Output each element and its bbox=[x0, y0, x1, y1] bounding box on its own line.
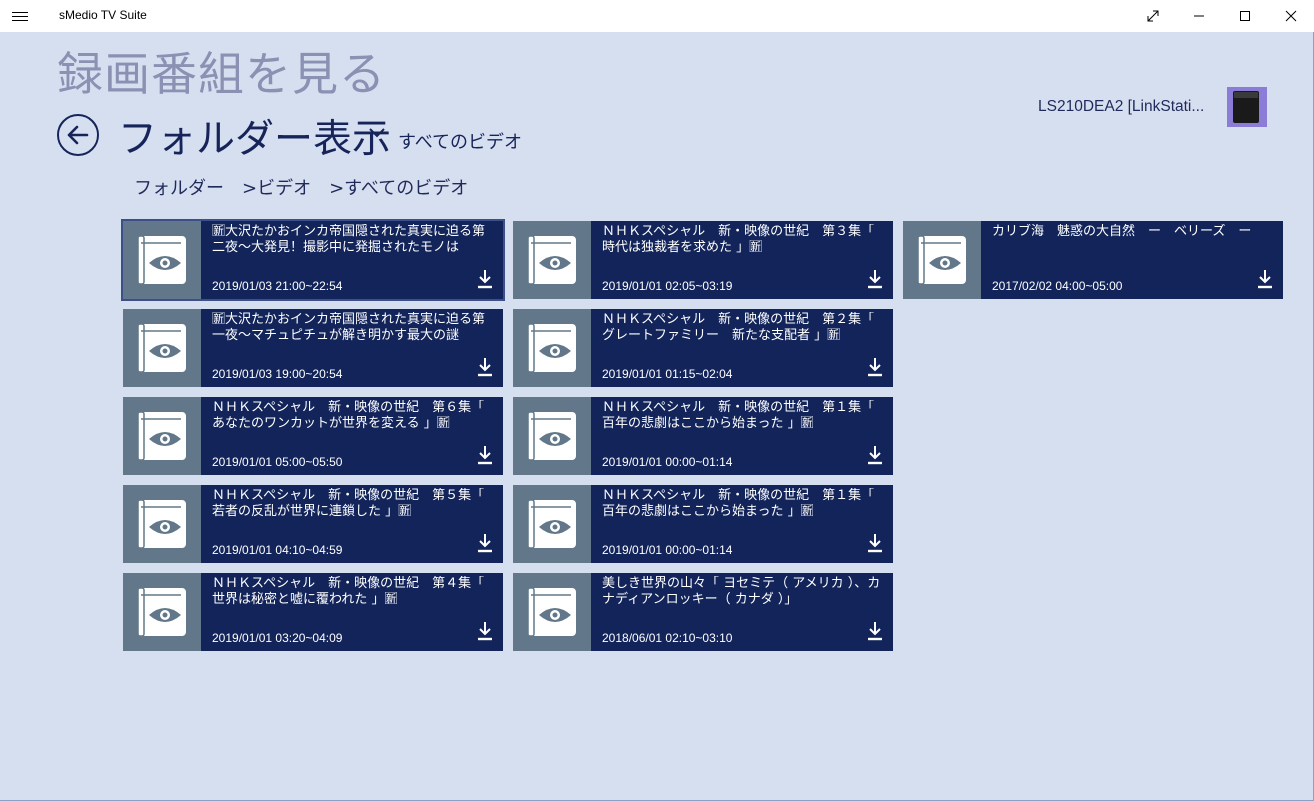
recording-tile[interactable]: カリブ海 魅惑の大自然 ー ベリーズ ー 2017/02/02 04:00~05:… bbox=[903, 221, 1283, 299]
recording-time: 2019/01/01 00:00~01:14 bbox=[602, 543, 733, 557]
maximize-button[interactable] bbox=[1222, 0, 1268, 32]
recording-time: 2019/01/01 00:00~01:14 bbox=[602, 455, 733, 469]
video-book-eye-icon bbox=[137, 235, 186, 285]
download-icon[interactable] bbox=[477, 269, 493, 289]
close-button[interactable] bbox=[1268, 0, 1314, 32]
back-arrow-icon bbox=[67, 125, 89, 145]
chevron-down-icon[interactable] bbox=[368, 126, 386, 138]
video-book-eye-icon bbox=[527, 587, 576, 637]
recording-thumbnail bbox=[513, 221, 591, 299]
page-title: 録画番組を見る bbox=[57, 47, 386, 101]
recording-thumbnail bbox=[123, 573, 201, 651]
video-book-eye-icon bbox=[917, 235, 966, 285]
recording-thumbnail bbox=[513, 397, 591, 475]
recording-tile[interactable]: 🈟大沢たかおインカ帝国隠された真実に迫る第一夜～マチュピチュが解き明かす最大の謎… bbox=[123, 309, 503, 387]
recording-time: 2019/01/03 21:00~22:54 bbox=[212, 279, 343, 293]
breadcrumb: フォルダー >ビデオ >すべてのビデオ bbox=[134, 174, 486, 200]
recording-time: 2019/01/03 19:00~20:54 bbox=[212, 367, 343, 381]
fullscreen-button[interactable] bbox=[1130, 0, 1176, 32]
recording-thumbnail bbox=[513, 309, 591, 387]
download-icon[interactable] bbox=[477, 445, 493, 465]
download-icon[interactable] bbox=[867, 357, 883, 377]
recording-thumbnail bbox=[123, 309, 201, 387]
video-book-eye-icon bbox=[137, 499, 186, 549]
video-book-eye-icon bbox=[137, 587, 186, 637]
download-icon[interactable] bbox=[867, 445, 883, 465]
recording-title: ＮＨＫスペシャル 新・映像の世紀 第５集「 若者の反乱が世界に連鎖した 」🈟 bbox=[212, 488, 489, 519]
video-book-eye-icon bbox=[137, 323, 186, 373]
recording-time: 2018/06/01 02:10~03:10 bbox=[602, 631, 733, 645]
app-title: sMedio TV Suite bbox=[59, 8, 147, 22]
recording-time: 2019/01/01 05:00~05:50 bbox=[212, 455, 343, 469]
title-bar: sMedio TV Suite bbox=[0, 0, 1314, 32]
video-book-eye-icon bbox=[527, 323, 576, 373]
breadcrumb-all-videos[interactable]: >すべてのビデオ bbox=[329, 174, 468, 200]
download-icon[interactable] bbox=[477, 533, 493, 553]
download-icon[interactable] bbox=[867, 533, 883, 553]
recording-tile[interactable]: ＮＨＫスペシャル 新・映像の世紀 第５集「 若者の反乱が世界に連鎖した 」🈟 20… bbox=[123, 485, 503, 563]
recording-thumbnail bbox=[513, 573, 591, 651]
recording-tile[interactable]: ＮＨＫスペシャル 新・映像の世紀 第２集「 グレートファミリー 新たな支配者 」… bbox=[513, 309, 893, 387]
recording-tile[interactable]: ＮＨＫスペシャル 新・映像の世紀 第４集「 世界は秘密と嘘に覆われた 」🈟 201… bbox=[123, 573, 503, 651]
recording-time: 2019/01/01 03:20~04:09 bbox=[212, 631, 343, 645]
back-button[interactable] bbox=[57, 114, 99, 156]
video-book-eye-icon bbox=[137, 411, 186, 461]
recording-tile[interactable]: ＮＨＫスペシャル 新・映像の世紀 第３集「 時代は独裁者を求めた 」🈟 2019/… bbox=[513, 221, 893, 299]
minimize-icon bbox=[1194, 15, 1204, 17]
recording-thumbnail bbox=[903, 221, 981, 299]
hamburger-menu-icon[interactable] bbox=[12, 9, 28, 23]
recording-title: ＮＨＫスペシャル 新・映像の世紀 第１集「 百年の悲劇はここから始まった 」🈟 bbox=[602, 488, 879, 519]
folder-filter-label[interactable]: すべてのビデオ bbox=[398, 128, 522, 154]
recording-tile[interactable]: ＮＨＫスペシャル 新・映像の世紀 第１集「 百年の悲劇はここから始まった 」🈟 2… bbox=[513, 397, 893, 475]
folder-view-title[interactable]: フォルダー表示 bbox=[118, 108, 391, 164]
recording-title: ＮＨＫスペシャル 新・映像の世紀 第３集「 時代は独裁者を求めた 」🈟 bbox=[602, 224, 879, 255]
recording-tile[interactable]: 美しき世界の山々「 ヨセミテ（ アメリカ ）、カナディアンロッキー（ カナダ ）… bbox=[513, 573, 893, 651]
recording-title: 🈟大沢たかおインカ帝国隠された真実に迫る第二夜～大発見！撮影中に発掘されたモノは bbox=[212, 224, 486, 255]
recording-time: 2019/01/01 01:15~02:04 bbox=[602, 367, 733, 381]
recording-title: ＮＨＫスペシャル 新・映像の世紀 第２集「 グレートファミリー 新たな支配者 」… bbox=[602, 312, 879, 343]
device-name[interactable]: LS210DEA2 [LinkStati... bbox=[1038, 98, 1204, 116]
recording-thumbnail bbox=[513, 485, 591, 563]
recording-time: 2017/02/02 04:00~05:00 bbox=[992, 279, 1123, 293]
recording-time: 2019/01/01 02:05~03:19 bbox=[602, 279, 733, 293]
download-icon[interactable] bbox=[1257, 269, 1273, 289]
recording-thumbnail bbox=[123, 485, 201, 563]
recording-thumbnail bbox=[123, 221, 201, 299]
download-icon[interactable] bbox=[477, 621, 493, 641]
video-book-eye-icon bbox=[527, 499, 576, 549]
download-icon[interactable] bbox=[867, 621, 883, 641]
expand-diagonal-icon bbox=[1147, 10, 1159, 22]
minimize-button[interactable] bbox=[1176, 0, 1222, 32]
recording-thumbnail bbox=[123, 397, 201, 475]
close-icon bbox=[1285, 10, 1297, 22]
breadcrumb-video[interactable]: >ビデオ bbox=[242, 174, 311, 200]
recording-title: ＮＨＫスペシャル 新・映像の世紀 第１集「 百年の悲劇はここから始まった 」🈟 bbox=[602, 400, 879, 431]
recording-title: 美しき世界の山々「 ヨセミテ（ アメリカ ）、カナディアンロッキー（ カナダ ）… bbox=[602, 576, 881, 607]
recording-title: カリブ海 魅惑の大自然 ー ベリーズ ー bbox=[992, 224, 1252, 239]
nas-device-icon[interactable] bbox=[1227, 87, 1267, 127]
recording-tile[interactable]: ＮＨＫスペシャル 新・映像の世紀 第１集「 百年の悲劇はここから始まった 」🈟 2… bbox=[513, 485, 893, 563]
recording-tile[interactable]: 🈟大沢たかおインカ帝国隠された真実に迫る第二夜～大発見！撮影中に発掘されたモノは… bbox=[121, 219, 505, 301]
download-icon[interactable] bbox=[477, 357, 493, 377]
recording-title: ＮＨＫスペシャル 新・映像の世紀 第６集「 あなたのワンカットが世界を変える 」… bbox=[212, 400, 489, 431]
video-book-eye-icon bbox=[527, 235, 576, 285]
video-book-eye-icon bbox=[527, 411, 576, 461]
recording-time: 2019/01/01 04:10~04:59 bbox=[212, 543, 343, 557]
maximize-icon bbox=[1240, 11, 1250, 21]
download-icon[interactable] bbox=[867, 269, 883, 289]
breadcrumb-folder[interactable]: フォルダー bbox=[134, 174, 224, 200]
recording-title: ＮＨＫスペシャル 新・映像の世紀 第４集「 世界は秘密と嘘に覆われた 」🈟 bbox=[212, 576, 489, 607]
recording-title: 🈟大沢たかおインカ帝国隠された真実に迫る第一夜～マチュピチュが解き明かす最大の謎 bbox=[212, 312, 486, 343]
recording-tile[interactable]: ＮＨＫスペシャル 新・映像の世紀 第６集「 あなたのワンカットが世界を変える 」… bbox=[123, 397, 503, 475]
